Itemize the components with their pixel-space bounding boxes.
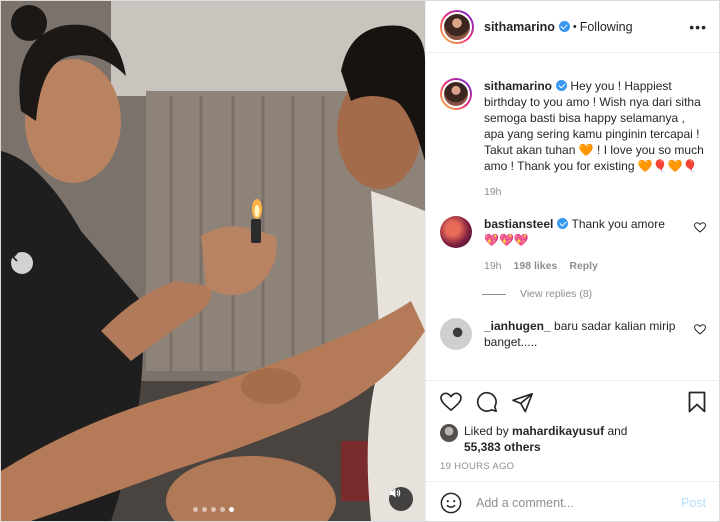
like-button[interactable] bbox=[440, 392, 462, 412]
add-comment-bar: Post bbox=[426, 481, 720, 522]
carousel-dot bbox=[220, 507, 225, 512]
likes-prefix: Liked by bbox=[464, 424, 509, 438]
caption-username[interactable]: sithamarino bbox=[484, 79, 552, 93]
paper-plane-icon bbox=[512, 392, 533, 412]
comment-time[interactable]: 19h bbox=[484, 258, 502, 274]
comment-button[interactable] bbox=[476, 391, 498, 413]
share-button[interactable] bbox=[512, 392, 534, 413]
comment-emojis: 💖💖💖 bbox=[484, 233, 529, 247]
caption-time[interactable]: 19h bbox=[484, 184, 502, 200]
comment-text: Thank you amore bbox=[571, 217, 665, 231]
carousel-indicator bbox=[193, 507, 234, 512]
caption-emoji-2: 🧡🎈🧡🎈 bbox=[637, 159, 698, 173]
commenter-avatar[interactable] bbox=[440, 216, 472, 248]
post-timestamp[interactable]: 19 HOURS AGO bbox=[426, 455, 720, 472]
separator-dot: • bbox=[572, 20, 577, 33]
comment-like-heart-icon[interactable] bbox=[694, 222, 706, 233]
author-username[interactable]: sithamarino bbox=[484, 20, 555, 34]
comment-bubble-icon bbox=[476, 391, 497, 412]
comment-username[interactable]: _ianhugen_ bbox=[484, 319, 551, 333]
carousel-dot bbox=[202, 507, 207, 512]
verified-badge-icon bbox=[556, 80, 568, 91]
save-button[interactable] bbox=[688, 391, 706, 413]
chevron-left-icon bbox=[11, 252, 18, 262]
comment-username[interactable]: bastiansteel bbox=[484, 217, 553, 231]
likes-middle: and bbox=[607, 424, 628, 438]
liker-username[interactable]: mahardikayusuf bbox=[512, 424, 604, 438]
add-comment-input[interactable] bbox=[476, 495, 681, 510]
comments-section[interactable]: sithamarino Hey you ! Happiest birthday … bbox=[426, 54, 720, 380]
verified-badge-icon bbox=[557, 218, 569, 229]
heart-icon bbox=[440, 392, 462, 412]
comment-item: _ianhugen_ baru sadar kalian mirip bange… bbox=[426, 318, 720, 350]
commenter-avatar[interactable] bbox=[440, 318, 472, 350]
caption-author-avatar[interactable] bbox=[440, 78, 472, 110]
post-header: sithamarino • Following ••• bbox=[426, 1, 719, 53]
carousel-dot-active bbox=[229, 507, 234, 512]
view-replies-button[interactable]: View replies (8) bbox=[482, 288, 720, 300]
author-avatar[interactable] bbox=[440, 9, 474, 44]
replies-divider bbox=[482, 293, 506, 295]
carousel-prev-button[interactable] bbox=[11, 252, 33, 274]
bookmark-icon bbox=[688, 391, 706, 413]
likes-summary: Liked by mahardikayusuf and 55,383 other… bbox=[426, 413, 720, 455]
sound-toggle-button[interactable] bbox=[389, 487, 413, 511]
post-comment-button[interactable]: Post bbox=[681, 496, 706, 510]
post-media[interactable] bbox=[1, 1, 425, 521]
post-details-panel: sithamarino • Following ••• sithamarino … bbox=[425, 1, 720, 522]
following-button[interactable]: Following bbox=[580, 20, 633, 34]
comment-likes[interactable]: 198 likes bbox=[514, 258, 558, 274]
comment-item: bastiansteel Thank you amore 💖💖💖 19h 198… bbox=[426, 216, 720, 274]
carousel-dot bbox=[211, 507, 216, 512]
reply-button[interactable]: Reply bbox=[569, 258, 598, 274]
post-actions: Liked by mahardikayusuf and 55,383 other… bbox=[426, 380, 720, 522]
verified-badge-icon bbox=[558, 21, 570, 32]
video-frame-illustration bbox=[1, 1, 425, 521]
liker-avatar[interactable] bbox=[440, 424, 458, 442]
caption-emoji-1: 🧡 bbox=[578, 143, 594, 157]
caption: sithamarino Hey you ! Happiest birthday … bbox=[426, 78, 720, 200]
comment-like-heart-icon[interactable] bbox=[694, 324, 706, 335]
emoji-icon[interactable] bbox=[440, 492, 462, 514]
more-dots-icon[interactable]: ••• bbox=[689, 19, 707, 35]
speaker-icon bbox=[390, 488, 401, 498]
view-replies-label: View replies (8) bbox=[520, 288, 593, 300]
carousel-dot bbox=[193, 507, 198, 512]
likes-count[interactable]: 55,383 others bbox=[464, 440, 541, 454]
